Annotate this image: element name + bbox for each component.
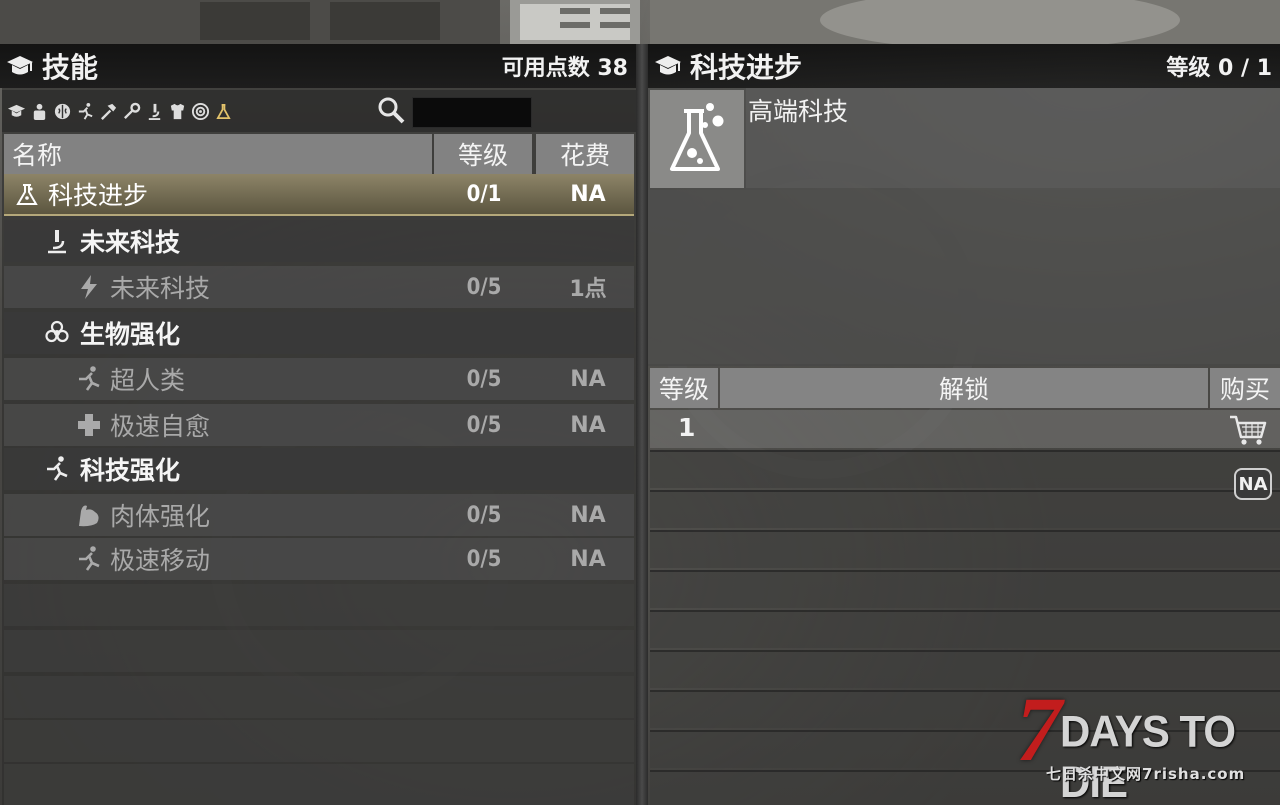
- column-header-cost[interactable]: 花费: [536, 134, 634, 174]
- skills-header: 技能 可用点数 38: [0, 44, 636, 88]
- tier-empty-row: [650, 610, 1280, 648]
- skill-level: 0/1: [466, 181, 502, 207]
- logo-site: 七日杀中文网7risha.com: [1046, 765, 1246, 783]
- skill-name: 超人类: [110, 366, 186, 395]
- skill-name: 科技进步: [48, 181, 149, 210]
- empty-row: [4, 584, 634, 626]
- run-icon[interactable]: [75, 101, 96, 122]
- flask-icon: [12, 179, 42, 209]
- skill-name: 生物强化: [80, 320, 181, 349]
- skill-row-future-tech[interactable]: 未来科技 0/5 1点: [4, 266, 634, 308]
- skill-level: 0/5: [466, 412, 502, 438]
- skills-title-group: 技能: [6, 46, 98, 86]
- run-icon: [74, 364, 104, 394]
- skill-row-science-advance[interactable]: 科技进步 0/1 NA: [4, 174, 634, 216]
- run-icon: [42, 454, 72, 484]
- perk-header: 科技进步 等级 0 / 1: [648, 44, 1280, 88]
- empty-row: [4, 676, 634, 718]
- tier-empty-row: [650, 530, 1280, 568]
- skill-level: 0/5: [466, 502, 502, 528]
- skill-level: 0/5: [466, 546, 502, 572]
- column-header-level[interactable]: 等级: [434, 134, 532, 174]
- skills-title: 技能: [42, 51, 99, 84]
- skill-cost: NA: [570, 181, 606, 207]
- target-icon[interactable]: [190, 101, 211, 122]
- column-header-name[interactable]: 名称: [4, 134, 432, 174]
- perk-detail-title: 高端科技: [748, 97, 849, 126]
- skill-name: 肉体强化: [110, 502, 211, 531]
- skill-level: 0/5: [466, 274, 502, 300]
- perk-description-area: [648, 190, 1280, 364]
- tier-header-unlock: 解锁: [720, 368, 1208, 408]
- search-input[interactable]: [412, 97, 532, 128]
- brain-icon[interactable]: [52, 101, 73, 122]
- perk-level: 等级 0 / 1: [1166, 50, 1272, 82]
- skills-panel: 名称 等级 花费 科技进步 0/1 NA 未来科技 未来科技 0/5 1点 生物…: [2, 88, 636, 805]
- skill-name: 科技强化: [80, 456, 181, 485]
- perk-info-box: 高端科技: [648, 88, 1280, 366]
- hammer-icon[interactable]: [98, 101, 119, 122]
- skills-column-headers: 名称 等级 花费: [2, 134, 636, 174]
- microscope-icon[interactable]: [144, 101, 165, 122]
- medical-cross-icon: [74, 410, 104, 440]
- skill-name: 极速自愈: [110, 412, 211, 441]
- perk-title: 科技进步: [690, 51, 803, 84]
- graduation-cap-icon: [7, 56, 33, 75]
- muscle-arm-icon: [74, 500, 104, 530]
- skill-row-rapid-move[interactable]: 极速移动 0/5 NA: [4, 538, 634, 580]
- skill-row-body-enhance[interactable]: 肉体强化 0/5 NA: [4, 494, 634, 536]
- skill-row-bio-enhance-category[interactable]: 生物强化: [4, 312, 634, 354]
- microscope-icon: [42, 226, 72, 256]
- flask-icon[interactable]: [213, 101, 234, 122]
- skill-row-future-tech-category[interactable]: 未来科技: [4, 220, 634, 262]
- flask-icon: [670, 103, 724, 171]
- skill-level: 0/5: [466, 366, 502, 392]
- empty-row: [4, 720, 634, 762]
- perk-level-value: 0 / 1: [1218, 56, 1272, 81]
- tier-empty-row: [650, 450, 1280, 488]
- tier-row[interactable]: 1: [650, 410, 1280, 448]
- empty-row: [4, 630, 634, 672]
- graduation-cap-icon[interactable]: [6, 101, 27, 122]
- available-points-label: 可用点数: [501, 56, 590, 81]
- na-badge: NA: [1234, 468, 1272, 500]
- skill-name: 极速移动: [110, 546, 211, 575]
- cart-icon[interactable]: [1228, 413, 1268, 447]
- run-icon: [74, 544, 104, 574]
- tier-level: 1: [678, 413, 696, 442]
- wrench-icon[interactable]: [121, 101, 142, 122]
- available-points-value: 38: [597, 56, 628, 81]
- tier-column-headers: 等级 解锁 购买: [648, 368, 1280, 408]
- available-points: 可用点数 38: [502, 50, 628, 82]
- skill-cost: NA: [570, 412, 606, 438]
- logo-text: DAYS TO DIE: [1060, 706, 1236, 805]
- biohazard-icon: [42, 318, 72, 348]
- perk-title-group: 科技进步: [654, 46, 802, 86]
- skill-filter-bar: [2, 90, 636, 132]
- skill-cost: 1点: [569, 277, 607, 302]
- skill-row-transhuman[interactable]: 超人类 0/5 NA: [4, 358, 634, 400]
- tier-empty-row: [650, 570, 1280, 608]
- empty-row: [4, 764, 634, 805]
- graduation-cap-icon: [655, 56, 681, 75]
- perk-level-label: 等级: [1166, 56, 1211, 81]
- tier-empty-row: [650, 490, 1280, 528]
- skill-row-rapid-heal[interactable]: 极速自愈 0/5 NA: [4, 404, 634, 446]
- tier-header-level: 等级: [650, 368, 718, 408]
- skill-row-tech-enhance-category[interactable]: 科技强化: [4, 448, 634, 490]
- armor-icon[interactable]: [167, 101, 188, 122]
- skill-name: 未来科技: [110, 274, 211, 303]
- skill-cost: NA: [570, 502, 606, 528]
- lightning-icon: [74, 272, 104, 302]
- perk-icon-tile: [650, 90, 744, 188]
- skill-cost: NA: [570, 366, 606, 392]
- game-logo-watermark: 7 DAYS TO DIE 七日杀中文网7risha.com: [1007, 678, 1280, 805]
- search-icon[interactable]: [376, 95, 406, 125]
- tier-header-buy: 购买: [1210, 368, 1280, 408]
- skill-cost: NA: [570, 546, 606, 572]
- skill-name: 未来科技: [80, 228, 181, 257]
- person-icon[interactable]: [29, 101, 50, 122]
